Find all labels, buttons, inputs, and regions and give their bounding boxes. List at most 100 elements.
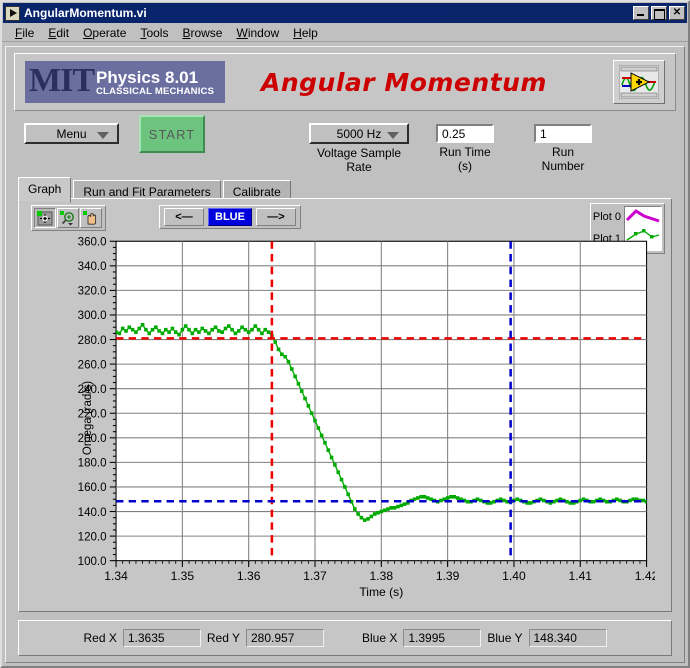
red-x-value[interactable]: 1.3635: [122, 629, 201, 647]
zoom-tool[interactable]: [57, 208, 79, 228]
sample-rate-dropdown[interactable]: 5000 Hz: [309, 123, 409, 144]
red-y-value[interactable]: 280.957: [246, 629, 324, 647]
run-number-input[interactable]: 1: [534, 124, 592, 143]
start-button-label: START: [148, 126, 196, 142]
mit-logo-subject: CLASSICAL MECHANICS: [96, 85, 215, 97]
series-marker: [336, 470, 340, 475]
series-marker: [605, 499, 609, 504]
tab-graph-label: Graph: [28, 182, 62, 196]
y-tick-label: 320.0: [78, 285, 107, 298]
series-marker: [449, 494, 453, 499]
series-marker: [323, 440, 327, 445]
legend-entry-plot-0: Plot 0: [592, 210, 621, 223]
cursor-prev-button[interactable]: <—: [164, 208, 204, 226]
series-marker: [256, 327, 261, 332]
y-tick-label: 240.0: [78, 383, 107, 396]
close-button[interactable]: ✕: [669, 6, 685, 20]
x-axis-label: Time (s): [359, 585, 403, 599]
menu-operate[interactable]: Operate: [76, 25, 133, 41]
tab-graph[interactable]: Graph: [18, 177, 72, 203]
x-tick-label: 1.36: [237, 569, 261, 583]
window-title: AngularMomentum.vi: [24, 6, 147, 20]
pan-tool[interactable]: [80, 208, 102, 228]
series-marker: [246, 330, 251, 334]
start-button[interactable]: START: [139, 115, 205, 153]
series-marker: [203, 329, 208, 333]
omega-vs-time-plot[interactable]: 100.0 120.0 140.0 160.0 180.0 200.0 220.0 240.0…: [55, 237, 655, 599]
series-marker: [230, 327, 234, 332]
series-marker: [333, 463, 337, 467]
cursor-name-button[interactable]: BLUE: [208, 208, 252, 226]
header-banner: MIT Physics 8.01 CLASSICAL MECHANICS Ang…: [14, 53, 676, 111]
series-marker: [376, 510, 380, 515]
series-marker: [177, 332, 181, 337]
series-marker: [392, 506, 397, 510]
window-buttons: ✕: [633, 6, 685, 20]
series-marker: [416, 496, 420, 500]
series-marker: [250, 327, 254, 332]
series-marker: [253, 324, 258, 328]
series-marker: [137, 326, 142, 331]
blue-y-value[interactable]: 148.340: [528, 629, 607, 647]
menu-help[interactable]: Help: [286, 25, 325, 41]
y-tick-label: 300.0: [78, 309, 107, 322]
series-marker: [210, 327, 214, 332]
cursor-next-label: —>: [267, 211, 285, 223]
menu-tools[interactable]: Tools: [133, 25, 175, 41]
series-marker: [223, 326, 228, 331]
series-marker: [356, 512, 360, 516]
menu-browse[interactable]: Browse: [175, 25, 229, 41]
series-marker: [233, 331, 238, 336]
series-marker: [419, 494, 423, 499]
minimize-button[interactable]: [633, 6, 649, 20]
x-tick-label: 1.39: [436, 569, 460, 583]
menu-window[interactable]: Window: [229, 25, 286, 41]
series-marker: [396, 504, 400, 509]
series-marker: [227, 324, 231, 328]
y-tick-label: 140.0: [78, 506, 107, 519]
series-marker: [542, 498, 546, 503]
run-time-label: Run Time (s): [439, 145, 491, 173]
series-marker: [183, 324, 188, 328]
series-marker: [134, 330, 138, 334]
series-marker: [425, 496, 430, 500]
series-marker: [455, 496, 460, 500]
series-marker: [296, 381, 301, 386]
page-title: Angular Momentum: [261, 67, 547, 97]
cursor-next-button[interactable]: —>: [255, 208, 296, 226]
series-marker: [353, 507, 357, 511]
y-tick-label: 360.0: [78, 237, 107, 249]
crosshair-cursor-tool[interactable]: [34, 208, 56, 228]
labview-logo-icon: [613, 60, 665, 104]
series-marker: [276, 347, 281, 352]
run-number-value: 1: [540, 126, 547, 141]
x-tick-label: 1.41: [568, 569, 592, 583]
front-panel: MIT Physics 8.01 CLASSICAL MECHANICS Ang…: [5, 46, 685, 663]
series-marker: [339, 477, 344, 482]
maximize-button[interactable]: [651, 6, 667, 20]
tab-calibrate-label: Calibrate: [232, 185, 281, 199]
series-marker: [439, 498, 443, 503]
series-marker: [628, 498, 632, 503]
cursor-name-label: BLUE: [215, 211, 245, 223]
blue-x-value[interactable]: 1.3995: [403, 629, 482, 647]
series-marker: [402, 502, 407, 506]
mit-logo-letters: MIT: [29, 62, 95, 99]
series-marker: [140, 322, 145, 327]
series-marker: [236, 329, 241, 333]
menu-edit[interactable]: Edit: [41, 25, 76, 41]
menu-dropdown[interactable]: Menu: [24, 123, 119, 144]
run-time-input[interactable]: 0.25: [436, 124, 494, 143]
series-marker: [290, 367, 294, 371]
series-marker: [565, 499, 569, 504]
series-marker: [479, 498, 483, 503]
y-tick-label: 120.0: [78, 530, 107, 543]
cursor-selector: <— BLUE —>: [159, 205, 301, 229]
series-marker: [117, 331, 122, 336]
series-marker: [144, 327, 148, 332]
series-marker: [147, 331, 151, 336]
series-marker: [309, 411, 314, 416]
y-tick-label: 180.0: [78, 457, 107, 470]
menu-file[interactable]: File: [8, 25, 41, 41]
plot-area[interactable]: Omega (rad/s) 100.0 120.0 140.0 160.0 180.0 2…: [55, 237, 655, 599]
